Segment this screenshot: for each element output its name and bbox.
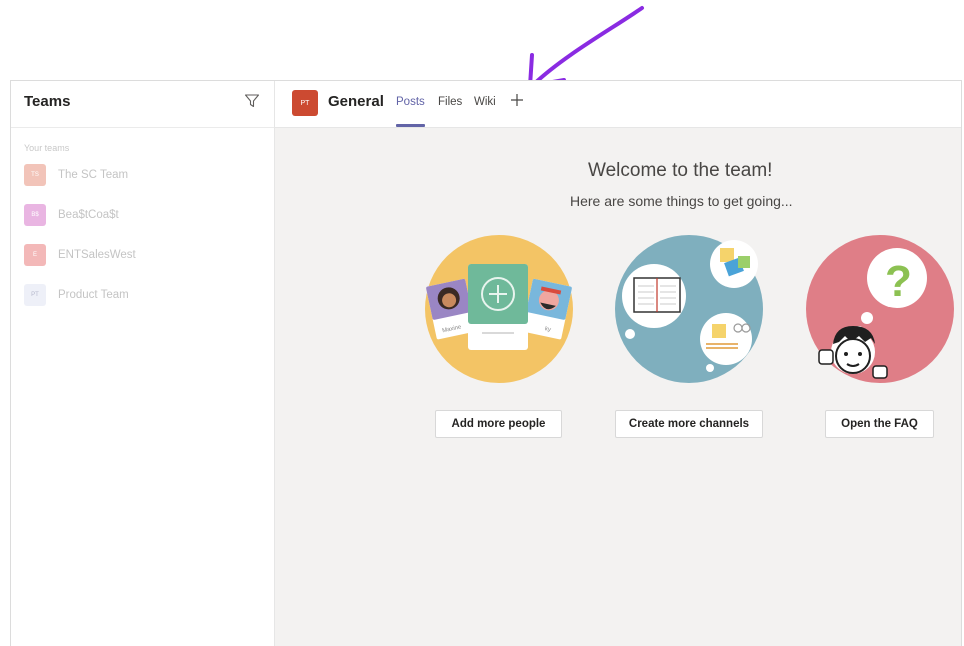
sidebar-team-the-sc-team[interactable]: TS The SC Team <box>24 164 128 186</box>
team-avatar: B$ <box>24 204 46 226</box>
your-teams-label: Your teams <box>24 143 70 153</box>
welcome-subtitle: Here are some things to get going... <box>570 193 793 209</box>
team-name: ENTSalesWest <box>58 249 136 261</box>
add-more-people-button[interactable]: Add more people <box>435 410 562 438</box>
teams-window: Teams Your teams TS The SC Team B$ Bea$t… <box>10 80 962 646</box>
card-right-name: ky <box>544 326 551 333</box>
team-name: Bea$tCoa$t <box>58 209 119 221</box>
annotation-arrow-icon <box>528 6 644 88</box>
channel-title: General <box>328 93 384 110</box>
open-faq-button[interactable]: Open the FAQ <box>825 410 934 438</box>
sidebar-team-beastcoast[interactable]: B$ Bea$tCoa$t <box>24 204 119 226</box>
sidebar-header: Teams <box>11 81 274 128</box>
create-more-channels-button[interactable]: Create more channels <box>615 410 763 438</box>
teams-sidebar: Teams Your teams TS The SC Team B$ Bea$t… <box>11 81 275 646</box>
active-tab-indicator <box>396 124 425 127</box>
channel-main: PT General Posts Files Wiki Welcome to t… <box>275 81 961 646</box>
sidebar-team-product-team[interactable]: PT Product Team <box>24 284 129 306</box>
add-people-illustration-icon: Maxine ky <box>425 235 573 383</box>
team-avatar: TS <box>24 164 46 186</box>
filter-icon[interactable] <box>244 93 260 109</box>
welcome-title: Welcome to the team! <box>588 160 773 181</box>
channels-illustration-icon <box>615 235 763 383</box>
faq-illustration-icon: ? <box>806 235 954 383</box>
team-name: The SC Team <box>58 169 129 181</box>
sidebar-team-entsaleswest[interactable]: E ENTSalesWest <box>24 244 136 266</box>
tab-wiki[interactable]: Wiki <box>474 96 496 108</box>
team-avatar: PT <box>24 284 46 306</box>
svg-text:?: ? <box>885 257 912 306</box>
add-tab-plus-icon[interactable] <box>510 93 524 107</box>
channel-avatar: PT <box>292 90 318 116</box>
tab-posts[interactable]: Posts <box>396 96 425 108</box>
channel-header: PT General Posts Files Wiki <box>275 81 961 128</box>
team-name: Product Team <box>58 289 129 301</box>
sidebar-title: Teams <box>24 93 71 110</box>
team-avatar: E <box>24 244 46 266</box>
tab-files[interactable]: Files <box>438 96 462 108</box>
